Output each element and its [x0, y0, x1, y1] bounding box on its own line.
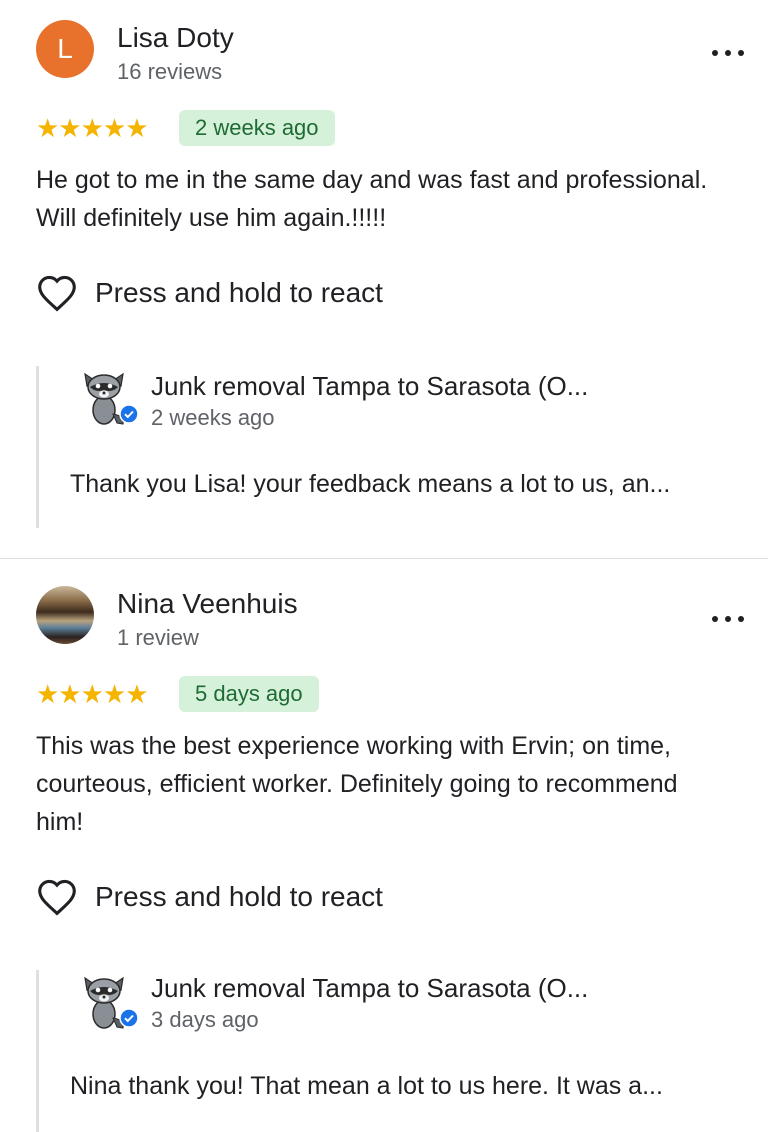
react-label: Press and hold to react — [95, 881, 383, 912]
review-card: Nina Veenhuis 1 review ★★★★★ 5 days ago … — [0, 559, 768, 1132]
more-vert-icon[interactable] — [708, 609, 748, 629]
review-card: L Lisa Doty 16 reviews ★★★★★ 2 weeks ago… — [0, 0, 768, 558]
owner-reply[interactable]: Junk removal Tampa to Sarasota (O... 3 d… — [36, 970, 768, 1132]
owner-reply[interactable]: Junk removal Tampa to Sarasota (O... 2 w… — [36, 366, 768, 528]
more-vert-icon[interactable] — [708, 43, 748, 63]
reply-text[interactable]: Thank you Lisa! your feedback means a lo… — [70, 470, 670, 499]
reply-date: 3 days ago — [151, 1007, 259, 1032]
star-rating: ★★★★★ — [36, 112, 149, 143]
reply-text[interactable]: Nina thank you! That mean a lot to us he… — [70, 1072, 663, 1101]
reviewer-name[interactable]: Nina Veenhuis — [117, 588, 298, 620]
star-rating: ★★★★★ — [36, 678, 149, 709]
react-button[interactable]: Press and hold to react — [36, 273, 383, 313]
owner-name[interactable]: Junk removal Tampa to Sarasota (O... — [151, 973, 588, 1004]
avatar[interactable] — [36, 586, 94, 644]
avatar[interactable]: L — [36, 20, 94, 78]
review-count: 16 reviews — [117, 59, 223, 84]
reply-date: 2 weeks ago — [151, 405, 275, 430]
react-button[interactable]: Press and hold to react — [36, 877, 383, 917]
reviewer-name[interactable]: Lisa Doty — [117, 22, 234, 54]
heart-outline-icon — [38, 275, 76, 312]
react-label: Press and hold to react — [95, 277, 383, 308]
heart-outline-icon — [38, 879, 76, 916]
date-badge: 5 days ago — [179, 676, 319, 712]
review-text[interactable]: This was the best experience working wit… — [36, 727, 726, 841]
owner-name[interactable]: Junk removal Tampa to Sarasota (O... — [151, 371, 588, 402]
date-badge: 2 weeks ago — [179, 110, 335, 146]
review-count: 1 review — [117, 625, 199, 650]
verified-check-icon — [119, 1008, 139, 1028]
review-text[interactable]: He got to me in the same day and was fas… — [36, 161, 726, 237]
verified-check-icon — [119, 404, 139, 424]
